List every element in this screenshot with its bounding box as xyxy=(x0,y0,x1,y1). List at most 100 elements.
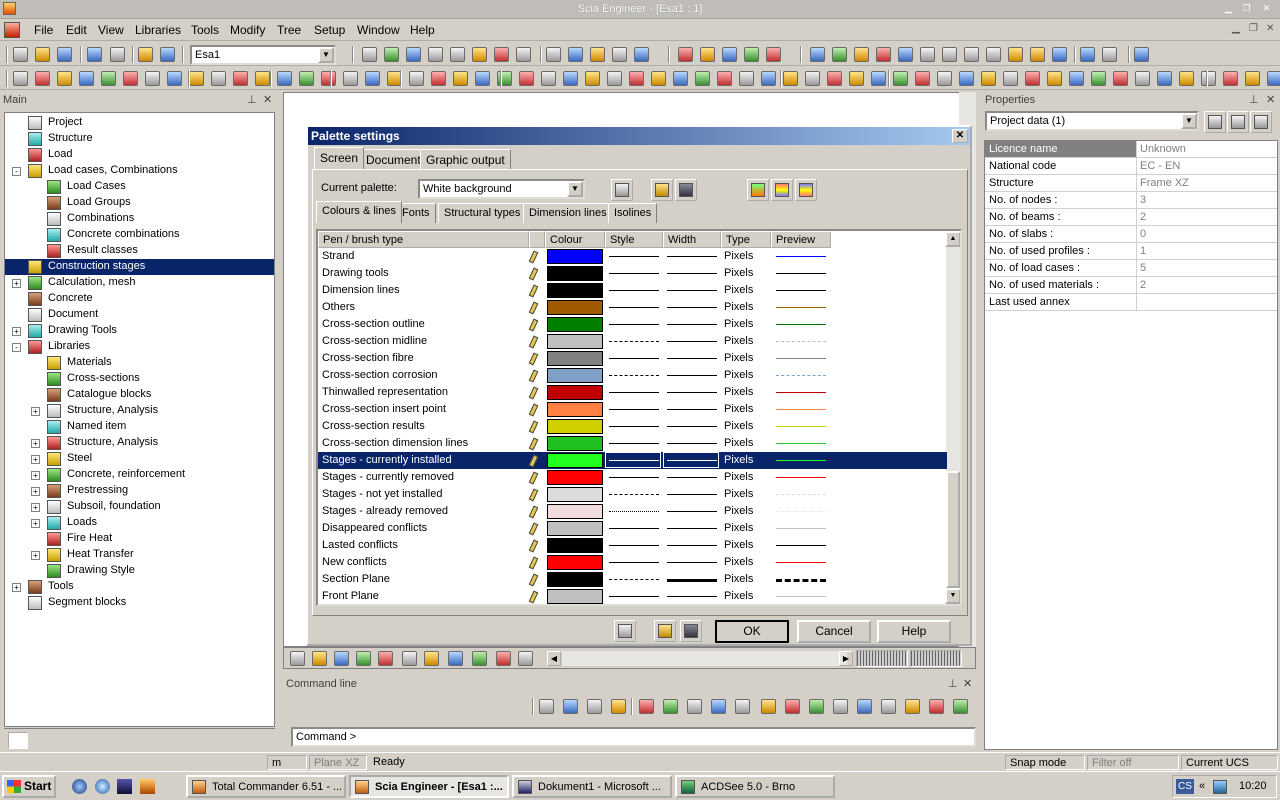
expand-icon[interactable]: + xyxy=(31,551,40,560)
pen-row[interactable]: Cross-section corrosion Pixels xyxy=(318,367,947,384)
dialog-close-icon[interactable]: ✕ xyxy=(952,129,968,143)
maximize-icon[interactable]: ❐ xyxy=(1240,3,1253,14)
tb2-tool-icon[interactable] xyxy=(211,71,226,86)
tb2-tool-icon[interactable] xyxy=(145,71,160,86)
tb2-tool-icon[interactable] xyxy=(761,71,776,86)
tb1-snap-icon[interactable] xyxy=(722,47,737,62)
palette-lines2-button[interactable] xyxy=(795,179,817,201)
view-view-icon[interactable] xyxy=(356,651,371,666)
pen-type[interactable]: Pixels xyxy=(724,369,753,381)
tree-item[interactable]: Concrete combinations xyxy=(5,227,274,243)
ok-button[interactable]: OK xyxy=(715,620,789,643)
style-sample[interactable] xyxy=(609,562,659,563)
width-sample[interactable] xyxy=(667,426,717,427)
tree-item[interactable]: + Structure, Analysis xyxy=(5,403,274,419)
col-header-style[interactable]: Style xyxy=(605,231,663,248)
task-scia-engineer[interactable]: Scia Engineer - [Esa1 :... xyxy=(349,775,509,798)
width-sample[interactable] xyxy=(667,256,717,257)
pen-row[interactable]: Front Plane Pixels xyxy=(318,588,947,604)
colour-swatch[interactable] xyxy=(547,538,603,553)
tb1-view-icon[interactable] xyxy=(406,47,421,62)
hscroll-right-arrow[interactable]: ▶ xyxy=(839,651,853,666)
tb1-settings-icon[interactable] xyxy=(1134,47,1149,62)
tree-item[interactable]: Concrete xyxy=(5,291,274,307)
tb2-tool-icon[interactable] xyxy=(1267,71,1280,86)
tb2-tool-icon[interactable] xyxy=(1245,71,1260,86)
tb1-preview-icon[interactable] xyxy=(568,47,583,62)
colour-swatch[interactable] xyxy=(547,470,603,485)
view-mode-button-1[interactable] xyxy=(856,650,908,667)
cmd-snap-icon[interactable] xyxy=(687,699,702,714)
task-word[interactable]: Dokument1 - Microsoft ... xyxy=(512,775,672,798)
pen-type[interactable]: Pixels xyxy=(724,573,753,585)
width-sample[interactable] xyxy=(667,409,717,410)
pencil-icon[interactable] xyxy=(528,369,539,383)
pen-row[interactable]: Cross-section outline Pixels xyxy=(318,316,947,333)
quicklaunch-ie-icon[interactable] xyxy=(95,779,110,794)
hscroll-track[interactable] xyxy=(562,651,847,666)
tree-item[interactable]: Catalogue blocks xyxy=(5,387,274,403)
expand-icon[interactable]: + xyxy=(31,439,40,448)
footer-save-button[interactable] xyxy=(680,620,702,642)
pen-type[interactable]: Pixels xyxy=(724,352,753,364)
tb1-render-icon[interactable] xyxy=(494,47,509,62)
tb2-tool-icon[interactable] xyxy=(123,71,138,86)
tb2-tool-icon[interactable] xyxy=(57,71,72,86)
tree-item[interactable]: Project xyxy=(5,115,274,131)
pencil-icon[interactable] xyxy=(528,454,539,468)
footer-reset-button[interactable] xyxy=(614,620,636,642)
width-sample[interactable] xyxy=(667,273,717,274)
close-icon[interactable]: ✕ xyxy=(263,93,272,106)
tree-item[interactable]: Fire Heat xyxy=(5,531,274,547)
colour-swatch[interactable] xyxy=(547,266,603,281)
col-header-preview[interactable]: Preview xyxy=(771,231,831,248)
expand-icon[interactable]: + xyxy=(31,471,40,480)
palette-reset-button[interactable] xyxy=(611,179,633,201)
tray-language[interactable]: CS xyxy=(1176,779,1194,794)
style-sample[interactable] xyxy=(609,494,659,495)
document-combo[interactable]: Esa1 ▼ xyxy=(190,45,336,65)
tb1-zoom-out-icon[interactable] xyxy=(942,47,957,62)
colour-swatch[interactable] xyxy=(547,555,603,570)
width-sample[interactable] xyxy=(667,477,717,478)
tb2-tool-icon[interactable] xyxy=(167,71,182,86)
tb1-node-icon[interactable] xyxy=(810,47,825,62)
pen-row[interactable]: Cross-section insert point Pixels xyxy=(318,401,947,418)
pen-list-vscroll[interactable]: ▲ ▼ xyxy=(945,231,960,604)
colour-swatch[interactable] xyxy=(547,351,603,366)
tb2-tool-icon[interactable] xyxy=(783,71,798,86)
tb1-new-icon[interactable] xyxy=(13,47,28,62)
tree-item[interactable]: Materials xyxy=(5,355,274,371)
tb1-pan-icon[interactable] xyxy=(472,47,487,62)
start-button[interactable]: Start xyxy=(2,775,56,798)
tb1-calc-icon[interactable] xyxy=(362,47,377,62)
tb1-info-icon[interactable] xyxy=(1052,47,1067,62)
width-sample[interactable] xyxy=(667,579,717,582)
pen-type[interactable]: Pixels xyxy=(724,403,753,415)
tb2-tool-icon[interactable] xyxy=(629,71,644,86)
pen-type[interactable]: Pixels xyxy=(724,420,753,432)
tree-item[interactable]: Result classes xyxy=(5,243,274,259)
style-sample[interactable] xyxy=(609,256,659,257)
tree-item[interactable]: + Drawing Tools xyxy=(5,323,274,339)
tb2-tool-icon[interactable] xyxy=(1223,71,1238,86)
tb2-tool-icon[interactable] xyxy=(1069,71,1084,86)
width-sample[interactable] xyxy=(667,528,717,529)
tb2-tool-icon[interactable] xyxy=(563,71,578,86)
subtab-colours-lines[interactable]: Colours & lines xyxy=(316,201,402,223)
style-sample[interactable] xyxy=(609,392,659,393)
task-acdsee[interactable]: ACDSee 5.0 - Brno xyxy=(675,775,835,798)
view-mode-button-2[interactable] xyxy=(910,650,962,667)
style-sample[interactable] xyxy=(609,477,659,478)
pen-type[interactable]: Pixels xyxy=(724,386,753,398)
tb2-tool-icon[interactable] xyxy=(189,71,204,86)
tray-app-icon[interactable] xyxy=(1213,780,1227,794)
view-view-icon[interactable] xyxy=(472,651,487,666)
pen-type[interactable]: Pixels xyxy=(724,471,753,483)
cmd-snap-icon[interactable] xyxy=(809,699,824,714)
tb1-table-icon[interactable] xyxy=(516,47,531,62)
pin-icon[interactable]: ⊥ xyxy=(1249,93,1259,106)
colour-swatch[interactable] xyxy=(547,572,603,587)
tb2-tool-icon[interactable] xyxy=(299,71,314,86)
tb2-tool-icon[interactable] xyxy=(981,71,996,86)
